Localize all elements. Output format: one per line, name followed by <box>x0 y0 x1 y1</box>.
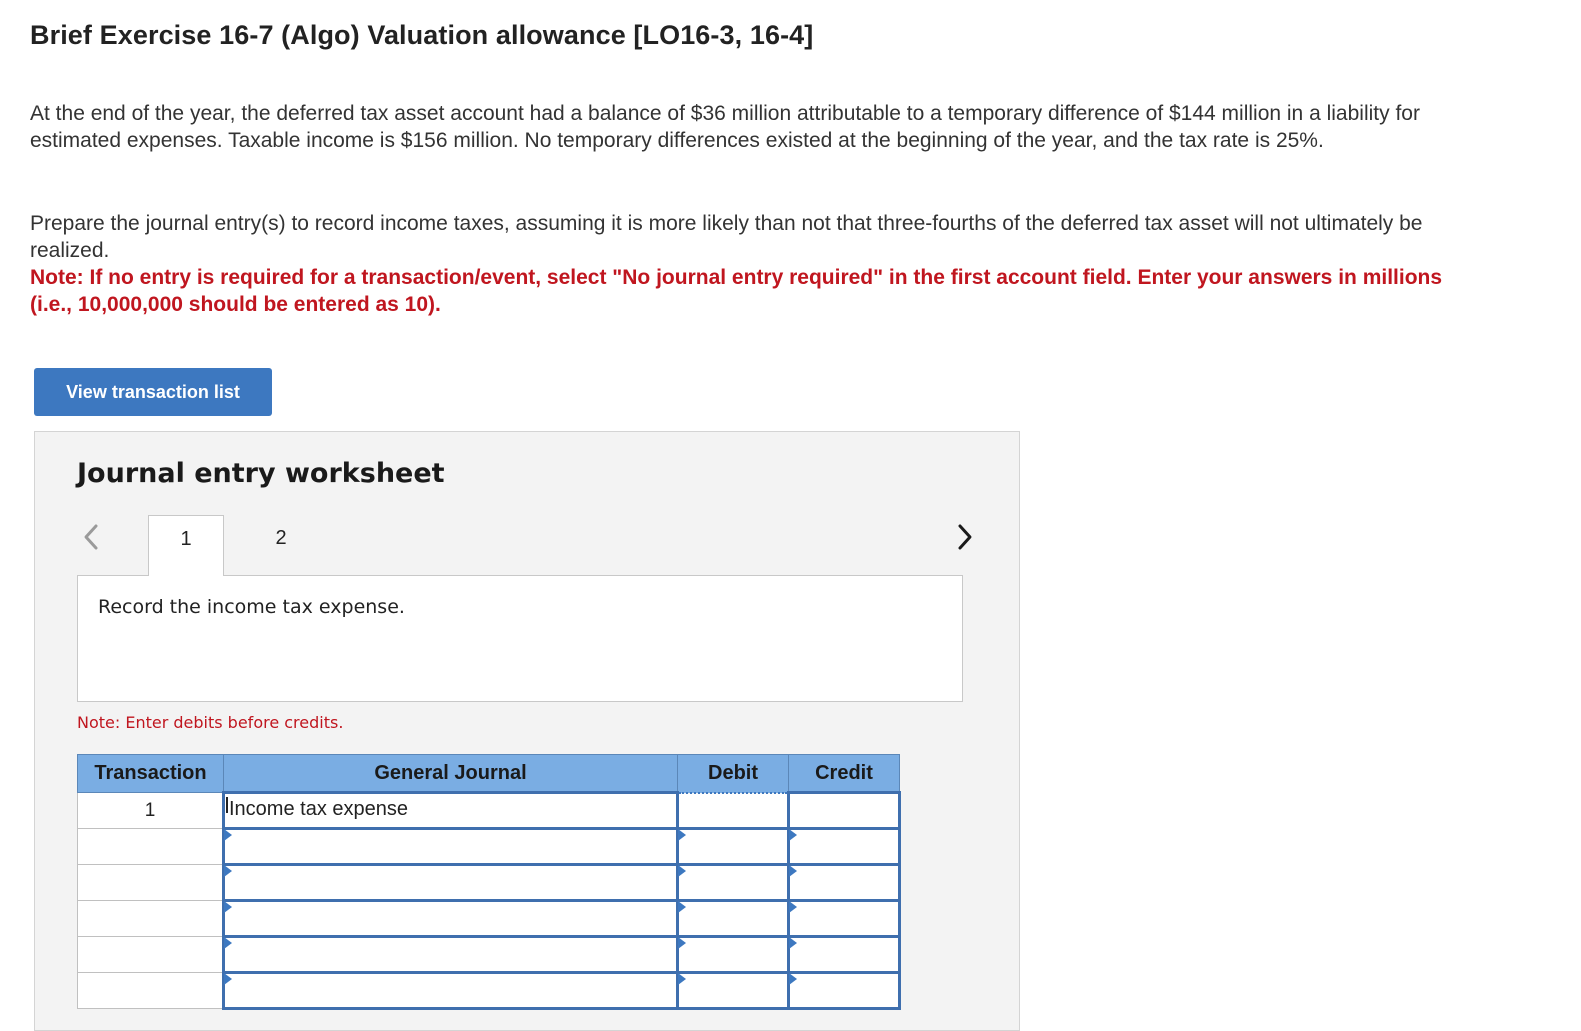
triangle-right-icon <box>678 937 686 949</box>
triangle-right-icon <box>678 865 686 877</box>
table-row <box>77 899 901 938</box>
header-general-journal: General Journal <box>223 754 678 793</box>
triangle-right-icon <box>789 901 797 913</box>
credit-field[interactable] <box>787 935 901 974</box>
credit-field[interactable] <box>787 971 901 1010</box>
chevron-left-icon <box>84 524 98 550</box>
debit-field[interactable] <box>676 791 790 830</box>
debit-field[interactable] <box>676 935 790 974</box>
account-field[interactable] <box>222 899 679 938</box>
triangle-right-icon <box>224 829 232 841</box>
account-field[interactable]: Income tax expense <box>222 791 679 830</box>
credit-field[interactable] <box>787 827 901 866</box>
triangle-right-icon <box>224 901 232 913</box>
triangle-right-icon <box>789 937 797 949</box>
worksheet-title: Journal entry worksheet <box>77 458 445 489</box>
table-row <box>77 863 901 902</box>
entry-description-box: Record the income tax expense. <box>77 575 963 702</box>
header-debit: Debit <box>677 754 789 793</box>
instruction-text: Prepare the journal entry(s) to record i… <box>30 212 1423 262</box>
tab-entry-2[interactable]: 2 <box>243 515 319 575</box>
debits-note: Note: Enter debits before credits. <box>77 713 344 732</box>
triangle-right-icon <box>789 973 797 985</box>
view-transaction-list-button[interactable]: View transaction list <box>34 368 272 416</box>
credit-field[interactable] <box>787 863 901 902</box>
debit-field[interactable] <box>676 863 790 902</box>
answer-note: Note: If no entry is required for a tran… <box>30 266 1443 316</box>
transaction-number-cell <box>77 828 224 865</box>
debit-field[interactable] <box>676 971 790 1010</box>
credit-field[interactable] <box>787 791 901 830</box>
triangle-right-icon <box>224 937 232 949</box>
transaction-number-cell <box>77 900 224 937</box>
table-header-row: Transaction General Journal Debit Credit <box>77 754 900 793</box>
account-value: Income tax expense <box>229 798 408 820</box>
table-row: 1 Income tax expense <box>77 791 901 830</box>
credit-field[interactable] <box>787 899 901 938</box>
entry-description: Record the income tax expense. <box>98 596 405 618</box>
problem-text: At the end of the year, the deferred tax… <box>30 102 1420 152</box>
header-credit: Credit <box>788 754 900 793</box>
account-field[interactable] <box>222 935 679 974</box>
transaction-number-cell <box>77 864 224 901</box>
account-field[interactable] <box>222 971 679 1010</box>
debit-field[interactable] <box>676 827 790 866</box>
table-row <box>77 935 901 974</box>
triangle-right-icon <box>678 973 686 985</box>
account-field[interactable] <box>222 863 679 902</box>
transaction-number-cell <box>77 936 224 973</box>
account-field[interactable] <box>222 827 679 866</box>
table-row <box>77 971 901 1010</box>
transaction-number-cell: 1 <box>77 792 224 829</box>
transaction-number-cell <box>77 972 224 1009</box>
triangle-right-icon <box>678 829 686 841</box>
table-row <box>77 827 901 866</box>
page-title: Brief Exercise 16-7 (Algo) Valuation all… <box>30 20 814 50</box>
next-entry-button[interactable] <box>953 522 977 552</box>
triangle-right-icon <box>224 973 232 985</box>
triangle-right-icon <box>224 865 232 877</box>
text-cursor <box>226 797 228 813</box>
journal-entry-worksheet: Journal entry worksheet 1 2 Record the i… <box>34 431 1020 1031</box>
general-journal-table: Transaction General Journal Debit Credit… <box>77 754 901 1010</box>
chevron-right-icon <box>958 524 972 550</box>
triangle-right-icon <box>789 865 797 877</box>
previous-entry-button[interactable] <box>79 522 103 552</box>
header-transaction: Transaction <box>77 754 224 793</box>
debit-field[interactable] <box>676 899 790 938</box>
triangle-right-icon <box>678 901 686 913</box>
tab-entry-1[interactable]: 1 <box>148 515 224 576</box>
triangle-right-icon <box>789 829 797 841</box>
